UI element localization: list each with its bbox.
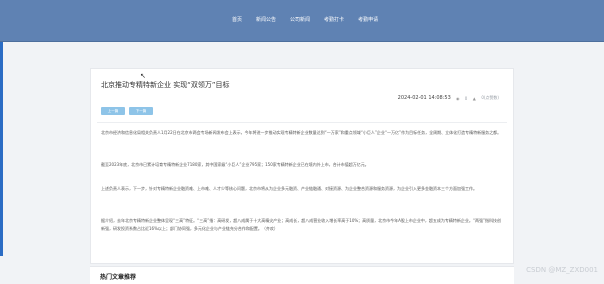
prev-article-button[interactable]: 上一篇 bbox=[101, 107, 125, 115]
article-paragraph: 上述负责人表示，下一步，针对专精特新企业融资难、上市难、人才少等核心问题，北京市… bbox=[101, 186, 477, 191]
thumb-icon[interactable]: ▲ bbox=[471, 96, 477, 101]
left-accent-bar bbox=[0, 42, 3, 256]
hot-articles-title: 热门文章推荐 bbox=[100, 274, 137, 281]
article-datetime: 2024-02-01 14:08:53 bbox=[397, 95, 451, 101]
article-paragraph: 北京市经济和信息化局相关负责人1月22日在北京市两会专场新闻发布会上表示，今年将… bbox=[101, 130, 502, 135]
like-count: 0(点赞数) bbox=[481, 95, 499, 100]
article-card: 北京推动专精特新企业 实现“双领万”目标 2024-02-01 14:08:53… bbox=[90, 68, 514, 264]
article-paragraph: 据介绍，去年北京专精特新企业整体呈现“三高”特征。“三高”指：高研发，超八成属于… bbox=[101, 218, 502, 231]
nav-item-home[interactable]: 首页 bbox=[232, 15, 242, 25]
top-navigation-bar: 首页 新闻公告 公司新闻 考勤打卡 考勤申请 bbox=[0, 0, 604, 42]
article-title: 北京推动专精特新企业 实现“双领万”目标 bbox=[101, 81, 230, 89]
next-article-button[interactable]: 下一篇 bbox=[129, 107, 153, 115]
nav-item-announcements[interactable]: 新闻公告 bbox=[256, 15, 276, 25]
article-meta: 2024-02-01 14:08:53 ◉ 0 ▲ 0(点赞数) bbox=[398, 95, 499, 101]
eye-icon: ◉ bbox=[456, 95, 460, 101]
view-count: 0 bbox=[464, 95, 468, 101]
nav-links: 首页 新闻公告 公司新闻 考勤打卡 考勤申请 bbox=[232, 15, 378, 25]
article-pager-buttons: 上一篇 下一篇 bbox=[101, 107, 153, 115]
nav-item-attendance-checkin[interactable]: 考勤打卡 bbox=[324, 15, 344, 25]
watermark: CSDN @MZ_ZXD001 bbox=[526, 266, 598, 274]
hot-articles-section: 热门文章推荐 bbox=[90, 266, 514, 284]
mouse-cursor-icon: ↖ bbox=[140, 72, 146, 80]
article-paragraph: 截至2023年底，北京市已累计培育专精特新企业7180家，其中国家级“小巨人”企… bbox=[101, 162, 369, 167]
nav-item-company-news[interactable]: 公司新闻 bbox=[290, 15, 310, 25]
divider bbox=[97, 122, 507, 123]
nav-item-attendance-request[interactable]: 考勤申请 bbox=[358, 15, 378, 25]
